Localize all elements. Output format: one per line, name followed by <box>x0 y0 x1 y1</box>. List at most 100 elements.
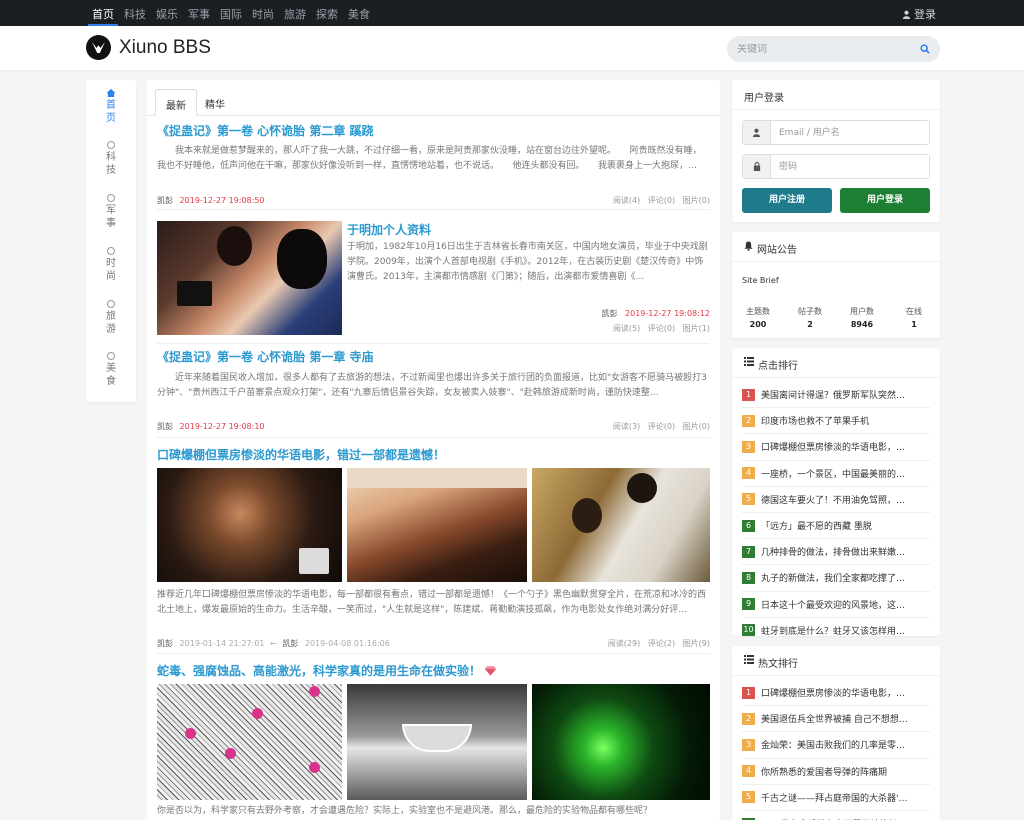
rank-number-badge: 8 <box>742 571 755 584</box>
leftnav-item-home[interactable]: 首页 <box>86 89 136 125</box>
topnav-item-travel[interactable]: 旅游 <box>280 0 310 26</box>
top-login-link[interactable]: 登录 <box>902 6 936 22</box>
home-icon <box>106 89 116 97</box>
topnav-item-home[interactable]: 首页 <box>88 0 118 26</box>
search-input[interactable] <box>737 43 920 55</box>
thread-title[interactable]: 《捉蛊记》第一卷 心怀诡胎 第一章 寺庙 <box>157 348 374 365</box>
thread-image[interactable] <box>347 684 527 800</box>
rank-item-title: 金灿荣：美国击败我们的几率是零… <box>761 741 906 752</box>
login-button[interactable]: 用户登录 <box>840 188 930 213</box>
thread-author[interactable]: 凯彭 <box>157 196 173 205</box>
rank-number-badge: 4 <box>742 467 755 480</box>
thread-excerpt: 你是否以为，科学家只有去野外考察，才会遭遇危险？实际上，实验室也不是避风港。那么… <box>157 806 653 816</box>
rank-item[interactable]: 10 蛀牙到底是什么？蛀牙又该怎样用… <box>742 618 930 636</box>
thread-thumbnail[interactable] <box>157 221 342 335</box>
topnav-item-military[interactable]: 军事 <box>184 0 214 26</box>
rank-item-title: 印度市场也救不了苹果手机 <box>761 417 870 428</box>
leftnav-label: 旅游 <box>106 311 116 335</box>
rank-item[interactable]: 2 美国退伍兵全世界被捕 自己不想想… <box>742 706 930 733</box>
rank-item[interactable]: 5 千古之谜——拜占庭帝国的大杀器'… <box>742 785 930 811</box>
rank-item-title: 美国退伍兵全世界被捕 自己不想想… <box>761 715 908 726</box>
stat-label: 在线 <box>906 307 922 316</box>
thread-title[interactable]: 《捉蛊记》第一卷 心怀诡胎 第二章 蹊跷 <box>157 122 374 139</box>
thread-date: 2019-12-27 19:08:50 <box>179 196 265 205</box>
rank-item[interactable]: 1 口碑爆棚但票房惨淡的华语电影，… <box>742 680 930 707</box>
rank-item[interactable]: 9 日本这十个最受欢迎的风景地，这… <box>742 592 930 618</box>
register-button[interactable]: 用户注册 <box>742 188 832 213</box>
leftnav-item-tech[interactable]: 科技 <box>86 141 136 177</box>
list-icon <box>744 655 754 664</box>
rank-item[interactable]: 4 你所熟悉的爱国者导弹的阵痛期 <box>742 759 930 785</box>
rank-number-badge: 3 <box>742 440 755 453</box>
thread-title[interactable]: 口碑爆棚但票房惨淡的华语电影，错过一部都是遗憾！ <box>157 446 445 463</box>
thread-stats: 阅读(4) 评论(0) 图片(0) <box>608 195 710 206</box>
rank-item-title: 德国这车要火了！不用油免驾照，… <box>761 495 906 506</box>
leftnav-item-food[interactable]: 美食 <box>86 352 136 388</box>
email-field-group <box>742 120 930 145</box>
thread-title[interactable]: 于明加个人资料 <box>347 221 431 238</box>
notice-panel: 网站公告 Site Brief 主题数 200 帖子数 2 用户数 8946 在线 1 <box>732 232 940 338</box>
click-rank-panel: 点击排行 1 美国离间计得逞？俄罗斯军队突然… 2 印度市场也救不了苹果手机 3 口碑爆棚… <box>732 348 940 636</box>
rank-number-badge: 1 <box>742 388 755 401</box>
thread-image[interactable] <box>157 468 342 582</box>
rank-number-badge: 6 <box>742 519 755 532</box>
rank-item[interactable]: 3 金灿荣：美国击败我们的几率是零… <box>742 732 930 759</box>
rank-item[interactable]: 6IBM 发布全球首台商用量子计算机！ <box>742 811 930 820</box>
stat-value: 2 <box>807 320 813 329</box>
thread-last-date: 2019-04-08 01:16:06 <box>304 639 390 648</box>
views-count: 阅读(5) <box>612 324 641 333</box>
thread-excerpt: 推荐近几年口碑爆棚但票房惨淡的华语电影，每一部都很有看点，错过一部都是遗憾！《一… <box>157 590 707 615</box>
hot-rank-list: 1 口碑爆棚但票房惨淡的华语电影，… 2 美国退伍兵全世界被捕 自己不想想… 3 金灿荣：… <box>742 680 930 820</box>
thread-author[interactable]: 凯彭 <box>601 309 617 318</box>
stat-label: 帖子数 <box>798 307 822 316</box>
rank-item[interactable]: 2 印度市场也救不了苹果手机 <box>742 408 930 435</box>
topnav-item-explore[interactable]: 探索 <box>312 0 342 26</box>
thread-image[interactable] <box>532 468 710 582</box>
thread-title[interactable]: 蛇毒、强腐蚀品、高能激光，科学家真的是用生命在做实验！ <box>157 662 497 679</box>
site-brief: Site Brief <box>742 276 779 285</box>
thread-item: 《捉蛊记》第一卷 心怀诡胎 第一章 寺庙 近年来随着国民收入增加，很多人都有了去… <box>157 348 710 438</box>
rank-item[interactable]: 6 「远方」最不愿的西藏 墨脱 <box>742 513 930 540</box>
site-logo[interactable]: Xiuno BBS <box>86 35 211 60</box>
rank-item[interactable]: 4 一座桥，一个景区，中国最美丽的… <box>742 461 930 487</box>
rank-item[interactable]: 8 丸子的新做法，我们全家都吃撑了… <box>742 565 930 592</box>
thread-author[interactable]: 凯彭 <box>157 422 173 431</box>
thread-author[interactable]: 凯彭 <box>157 639 173 648</box>
topnav-item-tech[interactable]: 科技 <box>120 0 150 26</box>
leftnav-item-military[interactable]: 军事 <box>86 194 136 230</box>
topnav-item-food[interactable]: 美食 <box>344 0 374 26</box>
topnav-item-international[interactable]: 国际 <box>216 0 246 26</box>
rank-item[interactable]: 5 德国这车要火了！不用油免驾照，… <box>742 487 930 513</box>
thread-image[interactable] <box>157 684 342 800</box>
search-icon[interactable] <box>920 44 930 54</box>
comments-count: 评论(2) <box>647 639 676 648</box>
circle-icon <box>107 300 115 308</box>
thread-meta: 凯彭 2019-01-14 21:27:01 ← 凯彭 2019-04-08 0… <box>157 638 390 649</box>
notice-panel-title: 网站公告 <box>757 245 797 256</box>
comments-count: 评论(0) <box>647 324 676 333</box>
rank-item-title: 几种排骨的做法，排骨做出来鲜嫩… <box>761 548 906 559</box>
rank-item[interactable]: 1 美国离间计得逞？俄罗斯军队突然… <box>742 382 930 409</box>
tab-featured[interactable]: 精华 <box>195 89 235 116</box>
thread-image[interactable] <box>347 468 527 582</box>
topnav-item-fashion[interactable]: 时尚 <box>248 0 278 26</box>
thread-list-panel: 最新 精华 《捉蛊记》第一卷 心怀诡胎 第二章 蹊跷 我本来就是做惹梦醒来的，那… <box>147 80 720 820</box>
tab-latest[interactable]: 最新 <box>155 89 197 116</box>
leftnav-item-travel[interactable]: 旅游 <box>86 300 136 336</box>
leftnav-label: 美食 <box>106 363 116 387</box>
thread-image[interactable] <box>532 684 710 800</box>
thread-excerpt: 近年来随着国民收入增加，很多人都有了去旅游的想法，不过新闻里也爆出许多关于旅行团… <box>157 373 707 398</box>
email-field[interactable] <box>771 121 929 144</box>
rank-item[interactable]: 3 口碑爆棚但票房惨淡的华语电影，… <box>742 434 930 461</box>
rank-number-badge: 2 <box>742 712 755 725</box>
rank-item-title: 你所熟悉的爱国者导弹的阵痛期 <box>761 767 888 778</box>
leftnav-item-fashion[interactable]: 时尚 <box>86 247 136 283</box>
password-field[interactable] <box>771 155 929 178</box>
topnav-item-entertainment[interactable]: 娱乐 <box>152 0 182 26</box>
rank-item-title: 口碑爆棚但票房惨淡的华语电影，… <box>761 689 906 700</box>
top-login-label: 登录 <box>914 8 936 21</box>
leftnav-label: 科技 <box>106 152 116 176</box>
thread-last-author[interactable]: 凯彭 <box>282 639 298 648</box>
stat-value: 8946 <box>850 320 874 329</box>
rank-item[interactable]: 7 几种排骨的做法，排骨做出来鲜嫩… <box>742 539 930 566</box>
